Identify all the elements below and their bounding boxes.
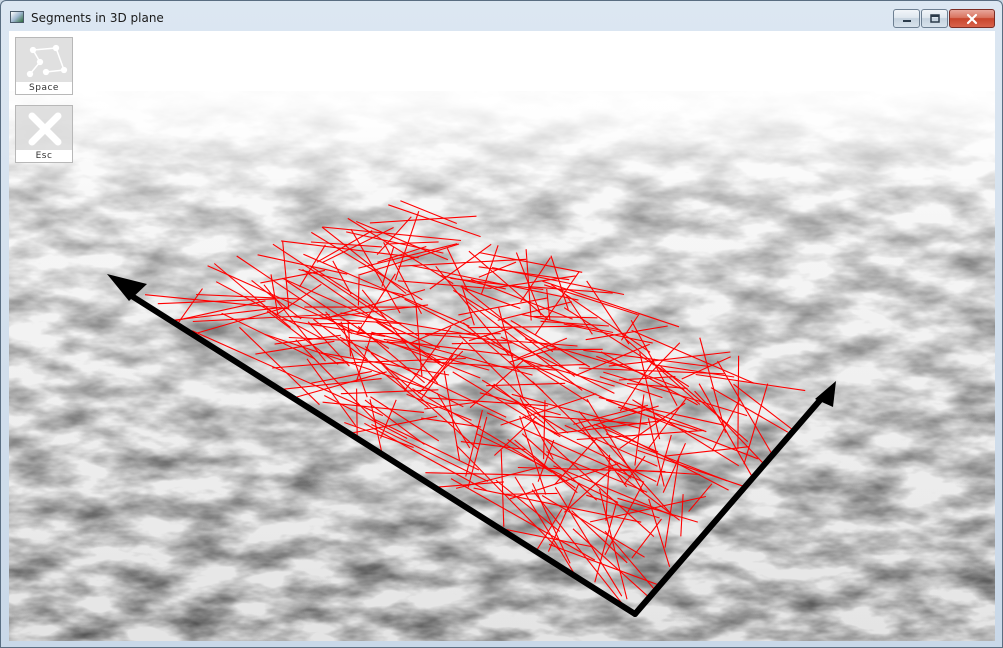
application-window: Segments in 3D plane Space Esc (0, 0, 1003, 648)
segment-line (548, 348, 603, 351)
caption-buttons (893, 9, 995, 29)
restore-icon (929, 13, 940, 23)
window-title: Segments in 3D plane (31, 11, 164, 25)
space-button-label: Space (16, 82, 72, 94)
close-icon (966, 13, 978, 24)
minimize-button[interactable] (893, 9, 920, 28)
minimize-icon (902, 19, 911, 22)
close-button[interactable] (949, 9, 995, 28)
horizon-fade (9, 31, 995, 641)
scene-canvas[interactable] (9, 31, 995, 641)
graph-nodes-icon (26, 44, 68, 78)
viewport-3d[interactable]: Space Esc (9, 31, 995, 641)
segment-line (356, 388, 358, 439)
app-window-icon (10, 11, 24, 23)
segment-line (308, 322, 363, 325)
title-bar[interactable]: Segments in 3D plane (1, 1, 1002, 31)
x-cross-icon (28, 112, 62, 146)
space-button[interactable]: Space (15, 37, 73, 95)
esc-button-label: Esc (16, 150, 72, 162)
maximize-button[interactable] (921, 9, 948, 28)
esc-button[interactable]: Esc (15, 105, 73, 163)
